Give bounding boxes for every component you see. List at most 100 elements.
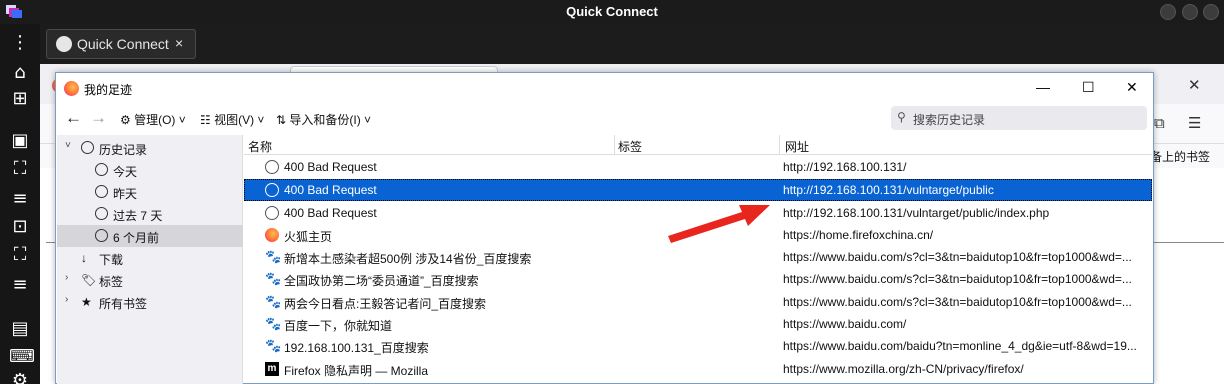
clock-icon [95,163,108,176]
globe-icon [265,206,279,220]
sidebar-item-last-7-days[interactable]: 过去 7 天 [57,203,243,225]
sidebar-item-label: 过去 7 天 [113,209,163,223]
import-backup-menu[interactable]: ⇅ 导入和备份(I) ˅ [276,111,371,128]
sidebar-item-label: 历史记录 [99,143,148,157]
table-row[interactable]: 400 Bad Request http://192.168.100.131/v… [244,202,1152,224]
row-url: http://192.168.100.131/vulntarget/public… [783,206,1050,220]
table-row[interactable]: m Firefox 隐私声明 — Mozilla https://www.moz… [244,358,1152,380]
sidebar-item-yesterday[interactable]: 昨天 [57,181,243,203]
table-row[interactable]: 400 Bad Request http://192.168.100.131/ [244,156,1152,178]
sidebar-item-tags[interactable]: › 🏷 标签 [57,269,243,291]
extensions-icon[interactable]: ⧉ [1154,114,1165,132]
screen-icon[interactable]: ▤ [9,318,31,340]
home-icon[interactable]: ⌂ [9,62,31,84]
session-tab-strip: Quick Connect × [40,24,1224,64]
forward-arrow-icon[interactable]: → [90,108,107,128]
keyboard-icon[interactable]: ⌨ [9,346,35,368]
quick-connect-tab[interactable]: Quick Connect × [46,29,196,59]
chevron-right-icon[interactable]: › [65,294,68,305]
organize-label: 管理(O) [134,113,176,127]
table-row[interactable]: 🐾 百度一下，你就知道 https://www.baidu.com/ [244,313,1152,335]
left-toolbar: ⋮ ⌂ ⊞ ▣ ⛶ ≡ ⊡ ⛶ ≡ ▤ ⌨ ⚙ [0,24,40,384]
search-icon: ⚲ [897,110,906,124]
sidebar-item-6-months-ago[interactable]: 6 个月前 [57,225,243,247]
back-arrow-icon[interactable]: ← [65,108,82,128]
table-row[interactable]: 🐾 两会今日看点:王毅答记者问_百度搜索 https://www.baidu.c… [244,291,1152,313]
column-header-name[interactable]: 名称 [248,138,272,155]
fit-window-icon[interactable]: ▣ [9,130,31,152]
column-header-url[interactable]: 网址 [785,138,809,155]
window-minimize-button[interactable] [1160,4,1176,20]
sidebar-item-downloads[interactable]: ↓ 下载 [57,247,243,269]
window-close-button[interactable] [1203,4,1219,20]
search-history-input[interactable]: ⚲ 搜索历史记录 [891,106,1147,130]
sidebar-item-all-bookmarks[interactable]: › ★ 所有书签 [57,291,243,313]
row-url: http://192.168.100.131/ [783,160,907,174]
row-name: 火狐主页 [284,230,333,244]
list-view-icon: ☷ [200,113,215,127]
tab-close-icon[interactable]: × [175,35,183,51]
row-name: 400 Bad Request [284,160,377,174]
table-row-selected[interactable]: 400 Bad Request http://192.168.100.131/v… [244,179,1152,201]
tab-label: Quick Connect [77,36,169,52]
views-menu[interactable]: ☷ 视图(V) ˅ [200,111,264,128]
dialog-title: 我的足迹 [84,83,133,97]
row-url: https://www.baidu.com/s?cl=3&tn=baidutop… [783,272,1132,286]
column-divider[interactable] [614,135,615,155]
dialog-maximize-button[interactable]: ☐ [1082,79,1095,96]
column-divider[interactable] [779,135,780,155]
sidebar-item-history[interactable]: ˅ 历史记录 [57,137,243,159]
organize-menu[interactable]: ⚙ 管理(O) ˅ [120,111,186,128]
baidu-icon: 🐾 [265,249,282,264]
zoom-icon[interactable]: ⊡ [9,216,31,238]
import-sort-icon: ⇅ [276,113,290,127]
row-url: https://www.baidu.com/s?cl=3&tn=baidutop… [783,250,1132,264]
table-row[interactable]: 火狐主页 https://home.firefoxchina.cn/ [244,224,1152,246]
sidebar-item-label: 下载 [99,253,124,267]
table-row[interactable]: 🐾 全国政协第二场“委员通道”_百度搜索 https://www.baidu.c… [244,268,1152,290]
table-header: 名称 标签 网址 [244,135,1152,155]
star-icon: ★ [81,295,92,309]
screen: Quick Connect ⋮ ⌂ ⊞ ▣ ⛶ ≡ ⊡ ⛶ ≡ ▤ ⌨ ⚙ Qu… [0,0,1224,384]
row-name: 全国政协第二场“委员通道”_百度搜索 [284,274,479,288]
chevron-down-icon[interactable]: ˅ [65,140,71,151]
sidebar-item-label: 6 个月前 [113,231,160,245]
sidebar-item-label: 标签 [99,275,124,289]
settings-gear-icon[interactable]: ⚙ [9,370,31,384]
row-name: 192.168.100.131_百度搜索 [284,341,429,355]
dialog-close-button[interactable]: ✕ [1126,79,1138,96]
row-name: Firefox 隐私声明 — Mozilla [284,364,429,378]
gear-icon: ⚙ [120,113,135,127]
mozilla-icon: m [265,362,279,376]
scale-icon[interactable]: ⛶ [9,244,31,266]
chevron-right-icon[interactable]: › [65,272,68,283]
window-maximize-button[interactable] [1182,4,1198,20]
clock-icon [95,207,108,220]
table-row[interactable]: 🐾 新增本土感染者超500例 涉及14省份_百度搜索 https://www.b… [244,246,1152,268]
baidu-icon: 🐾 [265,271,282,286]
clock-icon [95,229,108,242]
table-row[interactable]: 🐾 192.168.100.131_百度搜索 https://www.baidu… [244,335,1152,357]
download-arrow-icon: ↓ [81,251,87,265]
firefox-close-icon[interactable]: ✕ [1188,76,1201,94]
row-url: https://www.mozilla.org/zh-CN/privacy/fi… [783,362,1024,376]
sidebar-item-label: 所有书签 [99,297,148,311]
search-placeholder: 搜索历史记录 [913,113,986,127]
baidu-icon: 🐾 [265,316,282,331]
sidebar-item-label: 今天 [113,165,138,179]
row-name: 两会今日看点:王毅答记者问_百度搜索 [284,297,487,311]
library-sidebar: ˅ 历史记录 今天 昨天 过去 7 天 6 个月前 ↓ 下载 › 🏷 标签 › … [57,135,243,384]
bookmarks-toolbar-text[interactable]: 备上的书签 [1150,148,1210,165]
row-url: http://192.168.100.131/vulntarget/public [783,183,994,197]
new-connection-icon[interactable]: ⊞ [9,88,31,110]
sidebar-item-today[interactable]: 今天 [57,159,243,181]
hamburger-menu-icon[interactable]: ☰ [1188,114,1201,132]
fullscreen-icon[interactable]: ⛶ [9,158,31,180]
column-header-tags[interactable]: 标签 [618,138,642,155]
row-url: https://www.baidu.com/s?cl=3&tn=baidutop… [783,295,1132,309]
menu-dots-icon[interactable]: ⋮ [9,32,31,54]
window-titlebar: Quick Connect [0,0,1224,24]
separator-lines-icon: ≡ [12,188,28,209]
dialog-minimize-button[interactable]: — [1036,79,1050,95]
clock-icon [95,185,108,198]
